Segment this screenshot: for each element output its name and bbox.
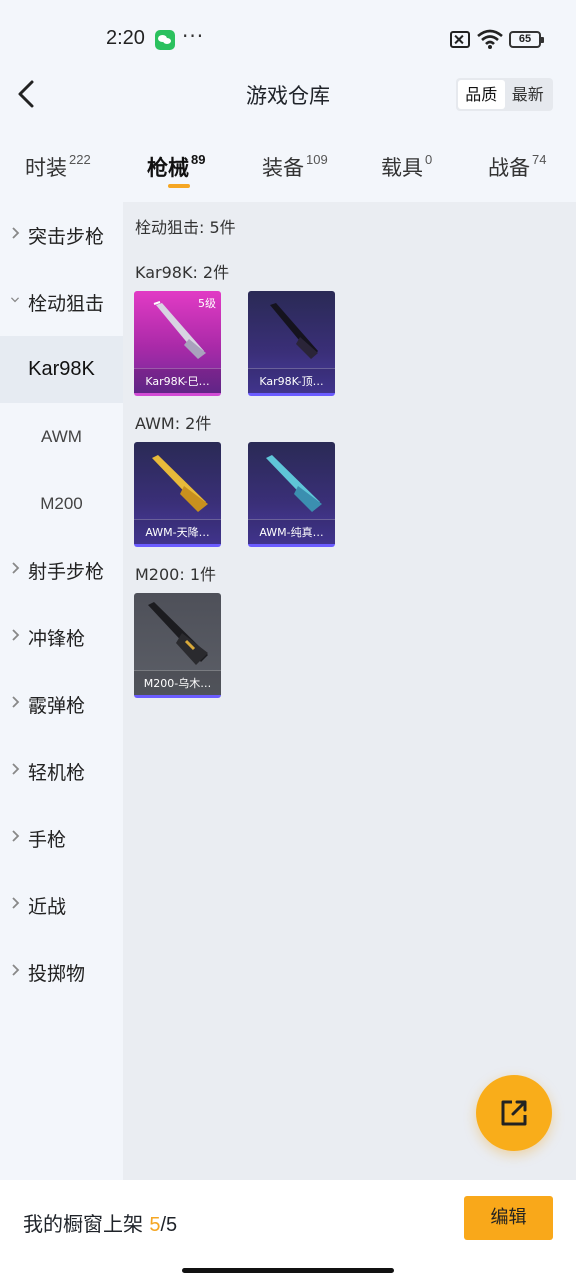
group-label-awm: AWM: 2件 xyxy=(135,414,212,433)
item-caption: AWM-天降… xyxy=(134,519,221,544)
tab-label: 载具 xyxy=(381,156,423,180)
wifi-icon xyxy=(477,29,503,49)
item-card[interactable]: AWM-纯真… xyxy=(248,442,335,547)
chevron-right-icon xyxy=(12,629,20,641)
sidebar-item-bolt-sniper[interactable]: 栓动狙击 xyxy=(0,269,123,336)
status-time: 2:20 xyxy=(106,27,145,49)
share-fab-button[interactable] xyxy=(476,1075,552,1151)
sidebar-item-label: 冲锋枪 xyxy=(28,628,86,650)
item-grid-panel: 栓动狙击: 5件 Kar98K: 2件 5级 Kar98K-巳… Kar98K-… xyxy=(123,202,576,1180)
status-bar: 2:20 ··· 65 xyxy=(0,0,576,80)
tab-label: 装备 xyxy=(262,156,304,180)
sidebar-item-smg[interactable]: 冲锋枪 xyxy=(0,604,123,671)
rifle-icon xyxy=(152,455,208,512)
tab-label: 时装 xyxy=(25,156,67,180)
item-card[interactable]: AWM-天降… xyxy=(134,442,221,547)
chevron-right-icon xyxy=(12,562,20,574)
item-caption: Kar98K-巳… xyxy=(134,368,221,393)
sort-quality-button[interactable]: 品质 xyxy=(458,80,505,109)
active-tab-indicator xyxy=(168,184,190,188)
rifle-icon xyxy=(270,303,318,359)
rifle-icon xyxy=(148,602,208,665)
tab-count: 222 xyxy=(69,152,91,167)
sidebar-item-throwable[interactable]: 投掷物 xyxy=(0,939,123,1006)
sidebar-item-label: 近战 xyxy=(28,896,67,918)
no-sim-icon xyxy=(450,31,470,48)
sidebar-item-lmg[interactable]: 轻机枪 xyxy=(0,738,123,805)
tab-count: 74 xyxy=(532,152,547,167)
item-card[interactable]: 5级 Kar98K-巳… xyxy=(134,291,221,396)
chevron-right-icon xyxy=(12,227,20,239)
sidebar-item-shotgun[interactable]: 霰弹枪 xyxy=(0,671,123,738)
battery-icon: 65 xyxy=(509,31,544,48)
share-external-icon xyxy=(501,1100,527,1126)
shelf-status: 我的橱窗上架 5/5 xyxy=(23,1208,177,1237)
edit-button[interactable]: 编辑 xyxy=(464,1196,553,1240)
item-caption: M200-乌木… xyxy=(134,670,221,695)
sidebar-item-label: 突击步枪 xyxy=(28,226,105,248)
shelf-count: 5 xyxy=(149,1214,161,1236)
tab-count: 89 xyxy=(191,152,206,167)
category-summary: 栓动狙击: 5件 xyxy=(135,218,236,237)
chevron-right-icon xyxy=(12,696,20,708)
more-dots-icon: ··· xyxy=(182,24,205,48)
sidebar-subitem-awm[interactable]: AWM xyxy=(0,403,123,470)
sidebar-item-label: 霰弹枪 xyxy=(28,695,86,717)
sort-latest-button[interactable]: 最新 xyxy=(505,80,552,109)
sidebar-item-label: 轻机枪 xyxy=(28,762,86,784)
sidebar-subitem-kar98k[interactable]: Kar98K xyxy=(0,336,123,403)
group-label-kar98k: Kar98K: 2件 xyxy=(135,263,230,282)
sidebar-item-label: 射手步枪 xyxy=(28,561,105,583)
wechat-icon xyxy=(155,30,175,50)
category-tabs: 时装 222 枪械 89 装备 109 载具 0 战备 74 xyxy=(0,140,576,192)
tab-supplies[interactable]: 战备 74 xyxy=(488,152,546,182)
sort-toggle: 品质 最新 xyxy=(456,78,553,111)
chevron-down-icon xyxy=(10,297,20,303)
sidebar-subitem-m200[interactable]: M200 xyxy=(0,470,123,537)
tab-label: 战备 xyxy=(488,156,530,180)
shelf-total: /5 xyxy=(160,1214,178,1236)
tab-guns[interactable]: 枪械 89 xyxy=(147,152,205,182)
sidebar-item-label: 手枪 xyxy=(28,829,67,851)
sidebar-item-pistol[interactable]: 手枪 xyxy=(0,805,123,872)
sidebar-item-label: 栓动狙击 xyxy=(28,293,105,315)
home-indicator[interactable] xyxy=(182,1268,394,1273)
item-caption: AWM-纯真… xyxy=(248,519,335,544)
tab-label: 枪械 xyxy=(147,156,189,180)
tab-count: 0 xyxy=(425,152,433,167)
sidebar-item-melee[interactable]: 近战 xyxy=(0,872,123,939)
tab-count: 109 xyxy=(306,152,328,167)
item-level-badge: 5级 xyxy=(198,297,216,310)
tab-fashion[interactable]: 时装 222 xyxy=(25,152,91,182)
tab-equipment[interactable]: 装备 109 xyxy=(262,152,328,182)
item-card[interactable]: M200-乌木… xyxy=(134,593,221,698)
bottom-bar: 我的橱窗上架 5/5 编辑 xyxy=(0,1180,576,1280)
rifle-icon xyxy=(266,455,322,512)
sidebar-item-marksman-rifle[interactable]: 射手步枪 xyxy=(0,537,123,604)
item-caption: Kar98K-顶… xyxy=(248,368,335,393)
shelf-label-text: 我的橱窗上架 xyxy=(23,1212,150,1236)
tab-vehicles[interactable]: 载具 0 xyxy=(381,152,432,182)
sidebar-item-assault-rifle[interactable]: 突击步枪 xyxy=(0,202,123,269)
chevron-right-icon xyxy=(12,964,20,976)
group-label-m200: M200: 1件 xyxy=(135,565,217,584)
chevron-right-icon xyxy=(12,763,20,775)
sidebar: 突击步枪 栓动狙击 Kar98K AWM M200 射手步枪 冲锋枪 霰弹枪 轻… xyxy=(0,202,123,1180)
item-card[interactable]: Kar98K-顶… xyxy=(248,291,335,396)
chevron-right-icon xyxy=(12,830,20,842)
chevron-right-icon xyxy=(12,897,20,909)
sidebar-item-label: 投掷物 xyxy=(28,963,86,985)
header: 游戏仓库 品质 最新 xyxy=(0,70,576,120)
